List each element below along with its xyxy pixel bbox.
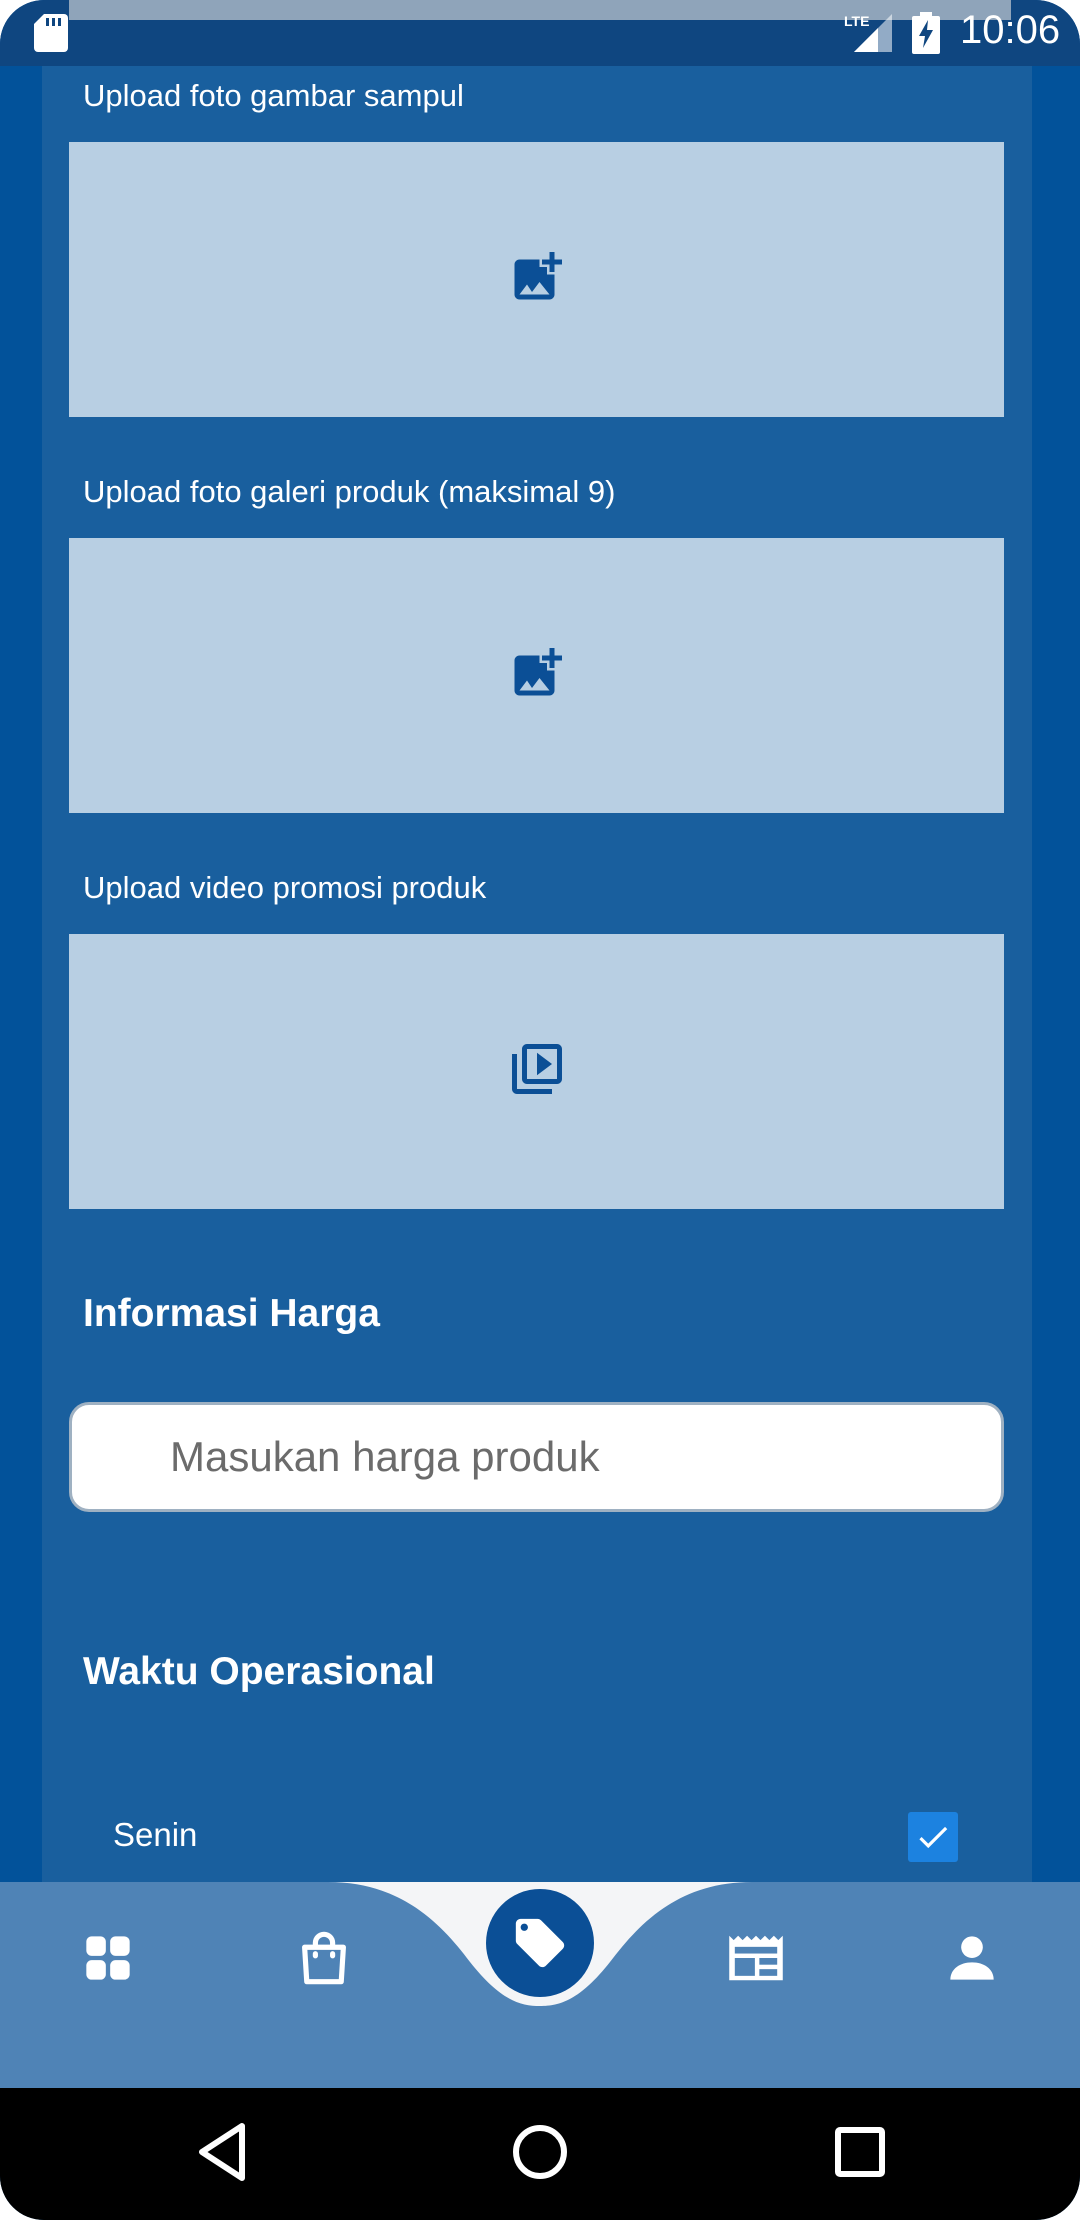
checkmark-icon xyxy=(919,1826,948,1849)
cover-upload-label: Upload foto gambar sampul xyxy=(83,78,464,113)
video-library-icon xyxy=(507,1039,567,1104)
clock: 10:06 xyxy=(960,8,1061,52)
home-icon[interactable] xyxy=(510,2122,570,2187)
cover-upload-box[interactable] xyxy=(69,142,1004,417)
newspaper-icon xyxy=(729,1935,783,1981)
recents-icon[interactable] xyxy=(834,2122,886,2187)
lte-signal-icon: LTE xyxy=(842,12,894,59)
sd-card-icon xyxy=(34,14,68,57)
status-bar: LTE 10:06 xyxy=(0,0,1080,66)
video-upload-label: Upload video promosi produk xyxy=(83,870,487,905)
bottom-navigation xyxy=(0,1882,1080,2088)
day-checkbox-senin[interactable] xyxy=(908,1812,958,1862)
tag-icon xyxy=(515,1918,565,1968)
gallery-upload-label: Upload foto galeri produk (maksimal 9) xyxy=(83,474,616,509)
price-section-heading: Informasi Harga xyxy=(83,1292,380,1335)
system-navigation xyxy=(0,2088,1080,2220)
operational-section-heading: Waktu Operasional xyxy=(83,1650,435,1693)
gallery-upload-box[interactable] xyxy=(69,538,1004,813)
nav-item-product-fab[interactable] xyxy=(486,1889,594,1997)
price-input[interactable] xyxy=(69,1402,1004,1512)
video-upload-box[interactable] xyxy=(69,934,1004,1209)
nav-item-news[interactable] xyxy=(716,1918,796,1998)
day-label-senin: Senin xyxy=(113,1816,198,1853)
dashboard-icon xyxy=(86,1936,130,1980)
screen: LTE 10:06 Upload foto gambar sampul Uplo… xyxy=(0,0,1080,2220)
nav-item-dashboard[interactable] xyxy=(68,1918,148,1998)
shopping-bag-icon xyxy=(302,1931,346,1985)
nav-item-profile[interactable] xyxy=(932,1918,1012,1998)
person-icon xyxy=(950,1936,994,1980)
nav-item-shop[interactable] xyxy=(284,1918,364,1998)
product-form: Upload foto gambar sampul Upload foto ga… xyxy=(42,66,1032,1882)
battery-charging-icon xyxy=(912,12,940,59)
back-icon[interactable] xyxy=(196,2122,248,2187)
lte-label: LTE xyxy=(844,13,869,29)
add-photo-icon xyxy=(507,247,567,312)
add-photo-icon xyxy=(507,643,567,708)
